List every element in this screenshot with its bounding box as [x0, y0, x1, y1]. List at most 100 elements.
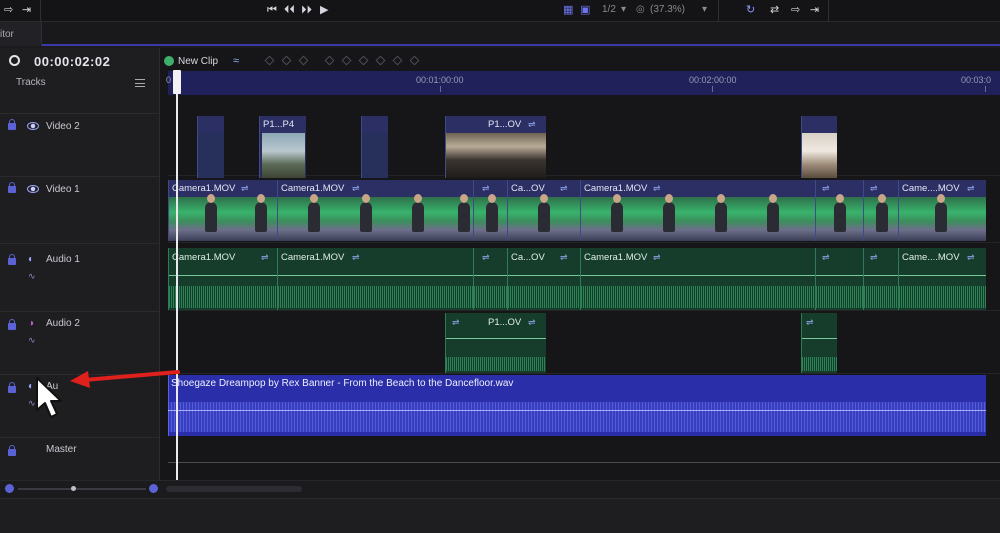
zoom-slider-knob[interactable] — [71, 486, 76, 491]
video-clip[interactable] — [197, 116, 224, 178]
volume-line[interactable] — [508, 275, 580, 276]
eye-icon[interactable] — [27, 122, 39, 130]
lock-icon[interactable] — [8, 254, 16, 265]
audio-clip[interactable]: ⇌ — [473, 248, 507, 310]
playhead-handle[interactable] — [173, 70, 181, 94]
time-ruler[interactable] — [168, 71, 1000, 95]
menu-icon[interactable] — [135, 79, 145, 87]
link-icon[interactable]: ⇌ — [482, 183, 490, 194]
video-clip[interactable]: ⇌ — [863, 180, 898, 241]
video-clip[interactable] — [361, 116, 388, 178]
audio-clip[interactable]: Camera1.MOV ⇌ — [168, 248, 277, 310]
speaker-muted-icon[interactable]: ◑ — [28, 319, 38, 329]
audio-clip[interactable]: Camera1.MOV ⇌ — [277, 248, 473, 310]
volume-line[interactable] — [802, 338, 837, 339]
link-icon[interactable]: ⇌ — [822, 252, 830, 263]
video-clip[interactable]: Camera1.MOV ⇌ — [168, 180, 277, 241]
link-icon[interactable]: ⇌ — [261, 252, 269, 263]
zoom-percent[interactable]: (37.3%) — [650, 4, 685, 15]
multicam-icon[interactable]: ▦ — [563, 4, 573, 17]
volume-line[interactable] — [864, 275, 898, 276]
link-icon[interactable]: ⇌ — [352, 183, 360, 194]
import-icon[interactable]: ⇥ — [810, 4, 819, 17]
export-icon[interactable]: ⇨ — [791, 4, 800, 17]
track-header-video-1[interactable]: Video 1 — [0, 176, 160, 243]
track-header-audio-2[interactable]: ◑ ∿ Audio 2 — [0, 311, 160, 374]
lock-icon[interactable] — [8, 319, 16, 330]
track-header-master[interactable]: Master — [0, 437, 160, 480]
new-clip-button[interactable]: New Clip — [178, 56, 218, 67]
video-clip[interactable] — [801, 116, 837, 178]
audio-clip[interactable]: ⇌ — [863, 248, 898, 310]
zoom-slider[interactable] — [18, 488, 146, 490]
import-icon[interactable]: ⇨ — [4, 4, 13, 17]
export-icon[interactable]: ⇥ — [22, 4, 31, 17]
volume-line[interactable] — [169, 275, 277, 276]
waveform-icon[interactable]: ∿ — [28, 272, 39, 281]
video-clip[interactable]: P1...OV ⇌ — [445, 116, 546, 178]
chevron-down-icon[interactable]: ▾ — [621, 4, 626, 15]
video-clip[interactable]: ⇌ — [815, 180, 863, 241]
horizontal-scrollbar[interactable] — [166, 486, 302, 492]
repeat-icon[interactable]: ⇄ — [770, 4, 779, 17]
video-clip[interactable]: Camera1.MOV ⇌ — [277, 180, 473, 241]
link-icon[interactable]: ⇌ — [241, 183, 249, 194]
lock-icon[interactable] — [8, 119, 16, 130]
volume-line[interactable] — [278, 275, 473, 276]
volume-line[interactable] — [446, 338, 546, 339]
link-icon[interactable]: ⇌ — [482, 252, 490, 263]
timecode-display[interactable]: 00:00:02:02 — [34, 54, 110, 69]
audio-clip[interactable]: ⇌ — [815, 248, 863, 310]
audio-clip[interactable]: ⇌ — [801, 313, 837, 373]
zoom-in-icon[interactable] — [149, 484, 158, 493]
add-icon[interactable] — [164, 56, 174, 66]
track-header-audio-1[interactable]: ◐ ∿ Audio 1 — [0, 243, 160, 311]
frame-forward-icon[interactable]: ⏵⏵ — [301, 4, 312, 17]
play-icon[interactable]: ▶ — [320, 4, 328, 17]
link-icon[interactable]: ⇌ — [560, 252, 568, 263]
link-icon[interactable]: ⇌ — [822, 183, 830, 194]
speaker-icon[interactable]: ◐ — [28, 255, 38, 265]
chevron-down-icon[interactable]: ▾ — [702, 4, 707, 15]
link-icon[interactable]: ⇌ — [528, 119, 536, 130]
link-icon[interactable]: ⇌ — [528, 317, 536, 328]
video-clip[interactable]: Came....MOV ⇌ — [898, 180, 986, 241]
lock-icon[interactable] — [8, 182, 16, 193]
link-icon[interactable]: ⇌ — [653, 183, 661, 194]
tab-editor[interactable]: itor — [0, 22, 42, 46]
resolution-select[interactable]: 1/2 — [602, 4, 616, 15]
volume-line[interactable] — [899, 275, 986, 276]
link-icon[interactable]: ⇌ — [870, 252, 878, 263]
waveform-icon[interactable]: ∿ — [28, 336, 39, 345]
volume-line[interactable] — [581, 275, 815, 276]
audio-clip[interactable]: Camera1.MOV ⇌ ⇌ — [580, 248, 815, 310]
eye-icon[interactable] — [27, 185, 39, 193]
audio-clip[interactable]: Ca...OV ⇌ — [507, 248, 580, 310]
video-clip[interactable]: Camera1.MOV ⇌ — [580, 180, 815, 241]
link-icon[interactable]: ⇌ — [653, 252, 661, 263]
loop-icon[interactable]: ↻ — [746, 4, 755, 17]
frame-back-icon[interactable]: ⏴⏴ — [284, 4, 295, 17]
link-icon[interactable]: ⇌ — [806, 317, 814, 328]
playhead[interactable] — [176, 72, 178, 484]
video-clip[interactable]: Ca...OV ⇌ — [507, 180, 580, 241]
lock-icon[interactable] — [8, 382, 16, 393]
snap-icon[interactable]: ≈ — [233, 55, 245, 67]
lock-icon[interactable] — [8, 445, 16, 456]
video-clip[interactable]: ⇌ — [473, 180, 507, 241]
link-icon[interactable]: ⇌ — [352, 252, 360, 263]
link-icon[interactable]: ⇌ — [452, 317, 460, 328]
volume-line[interactable] — [474, 275, 507, 276]
skip-back-icon[interactable]: ⏮ — [267, 4, 277, 17]
audio-clip[interactable]: ⇌ P1...OV ⇌ — [445, 313, 546, 373]
layout-icon[interactable]: ▣ — [580, 4, 590, 17]
volume-line[interactable] — [816, 275, 863, 276]
link-icon[interactable]: ⇌ — [967, 252, 975, 263]
link-icon[interactable]: ⇌ — [967, 183, 975, 194]
audio-clip[interactable]: Came....MOV ⇌ — [898, 248, 986, 310]
track-header-video-2[interactable]: Video 2 — [0, 113, 160, 176]
zoom-out-icon[interactable] — [5, 484, 14, 493]
link-icon[interactable]: ⇌ — [560, 183, 568, 194]
link-icon[interactable]: ⇌ — [870, 183, 878, 194]
video-clip[interactable]: P1...P4 — [259, 116, 306, 178]
